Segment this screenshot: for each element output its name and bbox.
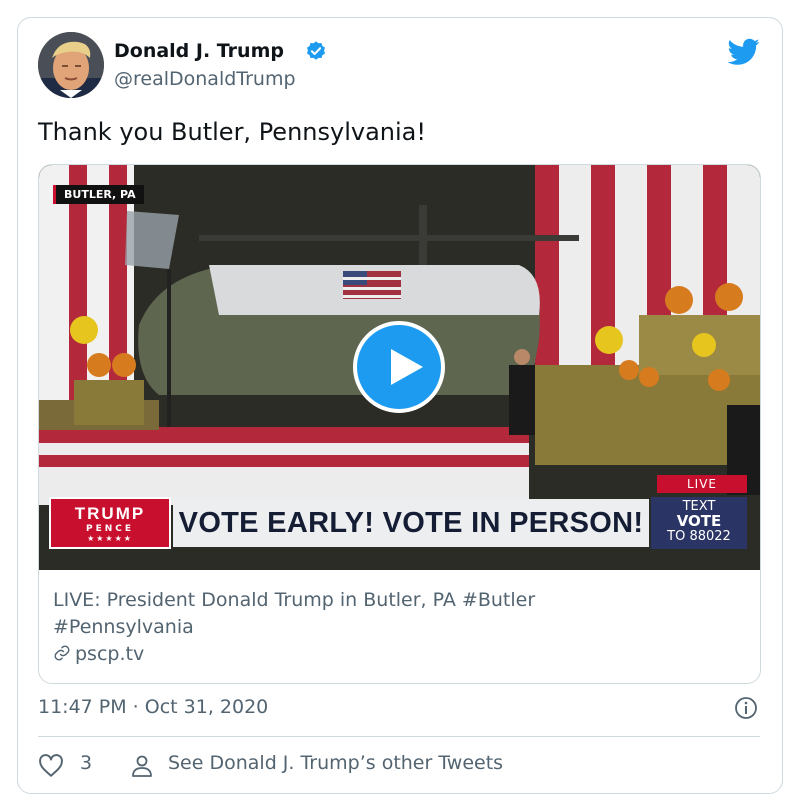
play-icon [391,349,423,385]
text-vote-line2: VOTE [676,512,722,530]
logo-stars: ★★★★★ [87,534,133,543]
verified-badge-icon [307,41,325,60]
video-player[interactable]: BUTLER, PA TRUMP PENCE ★★★★★ VOTE EARLY!… [39,165,760,570]
person-icon [132,755,152,777]
location-tag: BUTLER, PA [53,185,144,204]
like-count: 3 [80,752,93,774]
see-other-tweets-label: See Donald J. Trump’s other Tweets [168,752,504,774]
text-vote-box: TEXT VOTE TO 88022 [651,497,747,549]
broadcast-lower-third: TRUMP PENCE ★★★★★ VOTE EARLY! VOTE IN PE… [49,475,751,549]
author-handle[interactable]: @realDonaldTrump [114,68,296,90]
link-card[interactable]: BUTLER, PA TRUMP PENCE ★★★★★ VOTE EARLY!… [38,164,761,684]
author-name[interactable]: Donald J. Trump [114,40,284,62]
logo-trump: TRUMP [74,504,146,523]
link-icon [54,645,70,661]
text-vote-line3: TO 88022 [667,529,731,544]
tweet-card: Donald J. Trump @realDonaldTrump Thank y… [17,17,783,794]
logo-pence: PENCE [85,524,135,534]
play-button[interactable] [353,321,445,413]
twitter-bird-icon[interactable] [728,38,760,66]
info-icon[interactable] [734,696,758,720]
tweet-timestamp[interactable]: 11:47 PM · Oct 31, 2020 [38,696,268,718]
divider [38,736,760,737]
avatar[interactable] [38,32,104,98]
link-title[interactable]: LIVE: President Donald Trump in Butler, … [53,587,613,641]
trump-pence-logo: TRUMP PENCE ★★★★★ [49,497,171,549]
live-badge: LIVE [657,475,747,493]
heart-icon [39,754,63,777]
tweet-text: Thank you Butler, Pennsylvania! [38,118,426,146]
vote-banner: VOTE EARLY! VOTE IN PERSON! [173,499,649,547]
link-domain[interactable]: pscp.tv [53,643,144,665]
link-domain-text: pscp.tv [75,643,145,665]
